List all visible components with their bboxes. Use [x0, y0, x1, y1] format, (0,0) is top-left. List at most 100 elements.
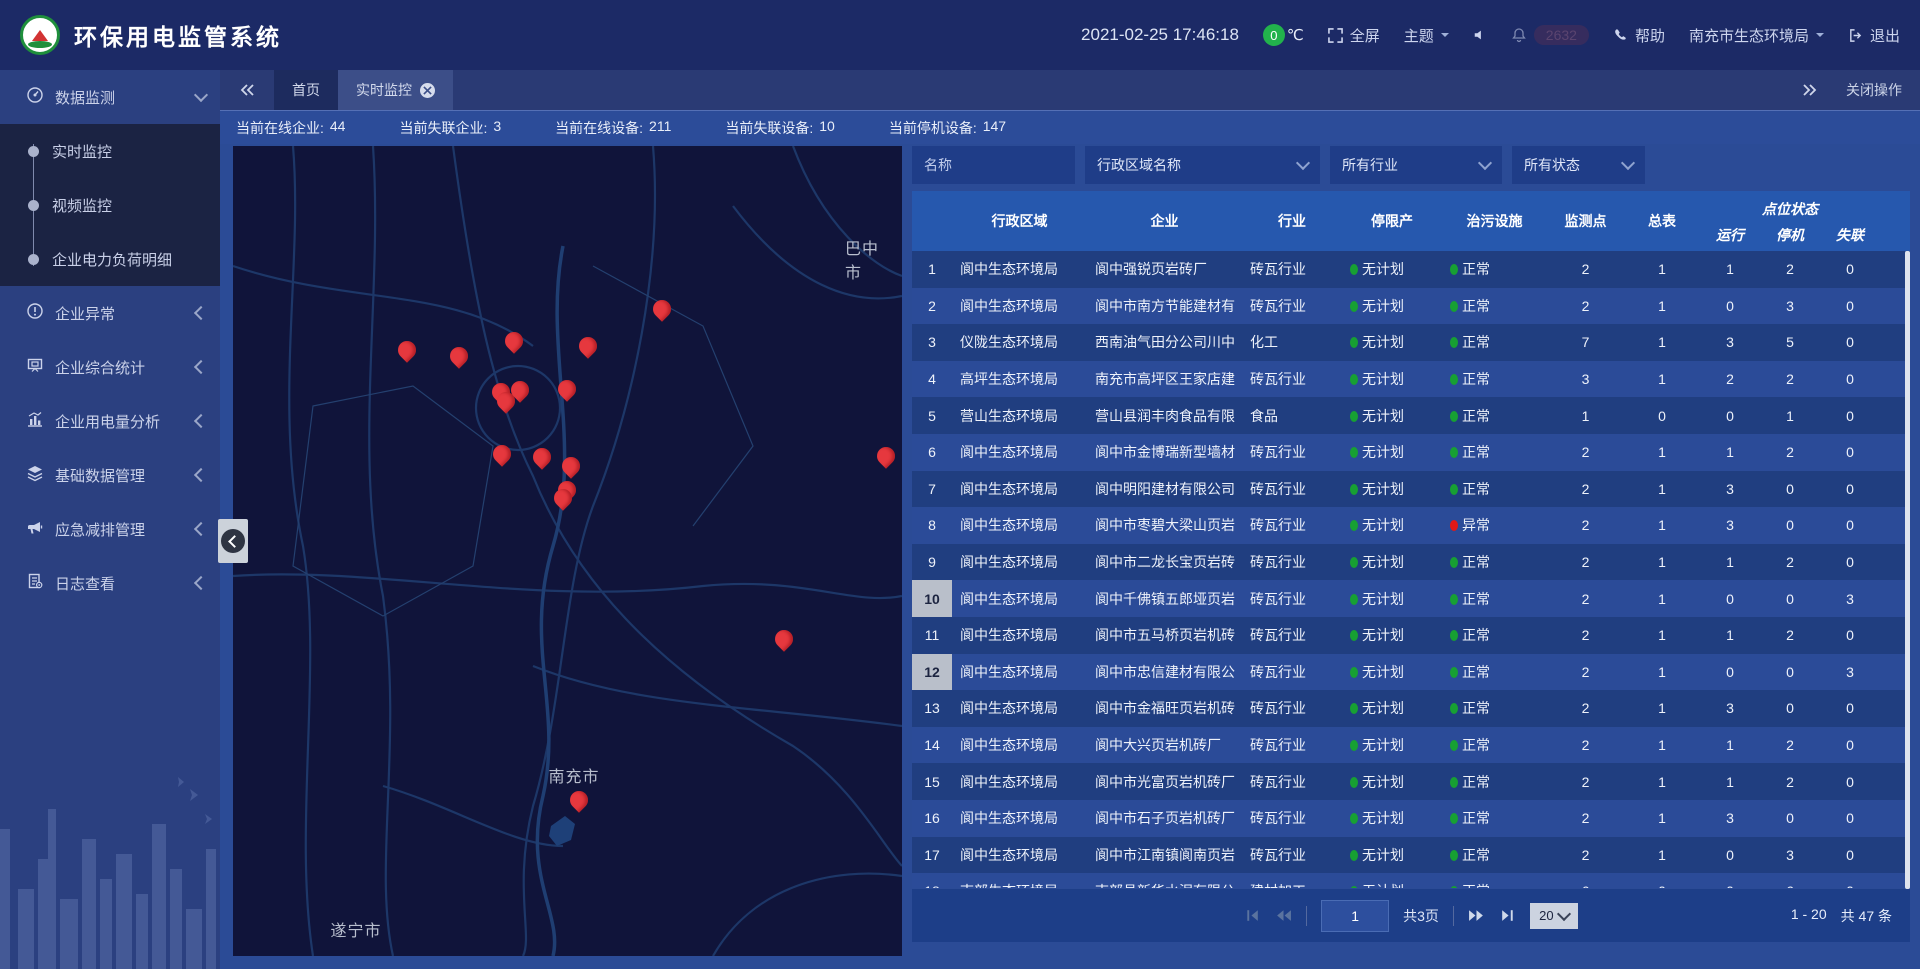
fullscreen-button[interactable]: 全屏: [1328, 25, 1380, 46]
cell-company: 阆中强锐页岩砖厂: [1087, 259, 1242, 279]
green-dot-icon: [1350, 630, 1358, 641]
log-file-icon: [26, 572, 44, 594]
table-row-13[interactable]: 13阆中生态环境局阆中市金福旺页岩机砖砖瓦行业无计划正常21300: [912, 690, 1910, 727]
cell-lost: 0: [1820, 774, 1880, 790]
table-row-16[interactable]: 16阆中生态环境局阆中市石子页岩机砖厂砖瓦行业无计划正常21300: [912, 800, 1910, 837]
sidebar-item-5[interactable]: 基础数据管理: [0, 448, 220, 502]
table-row-6[interactable]: 6阆中生态环境局阆中市金博瑞新型墙材砖瓦行业无计划正常21120: [912, 434, 1910, 471]
mute-button[interactable]: [1473, 28, 1487, 42]
green-dot-icon: [1450, 557, 1458, 568]
map-collapse-handle[interactable]: [218, 519, 248, 563]
last-page-button[interactable]: [1499, 907, 1516, 924]
table-row-7[interactable]: 7阆中生态环境局阆中明阳建材有限公司砖瓦行业无计划正常21300: [912, 471, 1910, 508]
tab-实时监控[interactable]: 实时监控: [338, 70, 453, 110]
table-row-15[interactable]: 15阆中生态环境局阆中市光富页岩机砖厂砖瓦行业无计划正常21120: [912, 763, 1910, 800]
cell-total: 1: [1624, 591, 1700, 607]
table-row-4[interactable]: 4高坪生态环境局南充市高坪区王家店建砖瓦行业无计划正常31220: [912, 361, 1910, 398]
table-scrollbar[interactable]: [1905, 251, 1910, 889]
cell-run: 0: [1700, 883, 1760, 888]
table-row-1[interactable]: 1阆中生态环境局阆中强锐页岩砖厂砖瓦行业无计划正常21120: [912, 251, 1910, 288]
cell-down: 0: [1760, 517, 1820, 533]
theme-dropdown[interactable]: 主题: [1404, 25, 1449, 46]
cell-lost: 0: [1820, 481, 1880, 497]
prev-page-button[interactable]: [1275, 907, 1292, 924]
cell-facility-status: 正常: [1442, 369, 1547, 389]
sidebar-subitem-企业电力负荷明细[interactable]: 企业电力负荷明细: [0, 232, 220, 286]
col-stop: 停限产: [1342, 191, 1442, 251]
first-page-button[interactable]: [1244, 907, 1261, 924]
table-row-17[interactable]: 17阆中生态环境局阆中市江南镇阆南页岩砖瓦行业无计划正常21030: [912, 837, 1910, 874]
cell-industry: 建材加工: [1242, 881, 1342, 888]
cell-down: 2: [1760, 261, 1820, 277]
cell-total: 1: [1624, 810, 1700, 826]
table-row-2[interactable]: 2阆中生态环境局阆中市南方节能建材有砖瓦行业无计划正常21030: [912, 288, 1910, 325]
cell-stop-status: 无计划: [1342, 406, 1442, 426]
sidebar-subitem-实时监控[interactable]: 实时监控: [0, 124, 220, 178]
cell-region: 阆中生态环境局: [952, 442, 1087, 462]
cell-points: 2: [1547, 847, 1624, 863]
cell-industry: 化工: [1242, 332, 1342, 352]
tabs: 首页实时监控: [274, 70, 453, 110]
table-row-10[interactable]: 10阆中生态环境局阆中千佛镇五郎垭页岩砖瓦行业无计划正常21003: [912, 580, 1910, 617]
page-number-input[interactable]: [1321, 900, 1389, 932]
cell-stop-status: 无计划: [1342, 808, 1442, 828]
status-filter-select[interactable]: 所有状态: [1512, 146, 1645, 184]
cell-industry: 砖瓦行业: [1242, 625, 1342, 645]
col-run: 运行: [1700, 219, 1760, 251]
tabs-scroll-left-button[interactable]: [220, 70, 274, 110]
table-row-11[interactable]: 11阆中生态环境局阆中市五马桥页岩机砖砖瓦行业无计划正常21120: [912, 617, 1910, 654]
col-industry: 行业: [1242, 191, 1342, 251]
col-region: 行政区域: [952, 191, 1087, 251]
cell-region: 阆中生态环境局: [952, 735, 1087, 755]
cell-stop-status: 无计划: [1342, 625, 1442, 645]
cell-stop-status: 无计划: [1342, 442, 1442, 462]
green-dot-icon: [1350, 740, 1358, 751]
tab-首页[interactable]: 首页: [274, 70, 338, 110]
name-filter-input[interactable]: [912, 146, 1075, 184]
map-roads: [233, 146, 902, 956]
cell-rownum: 18: [912, 873, 952, 888]
cell-lost: 0: [1820, 847, 1880, 863]
cell-run: 1: [1700, 444, 1760, 460]
tabs-scroll-right-button[interactable]: [1802, 82, 1818, 98]
table-row-8[interactable]: 8阆中生态环境局阆中市枣碧大梁山页岩砖瓦行业无计划异常21300: [912, 507, 1910, 544]
cell-down: 2: [1760, 774, 1820, 790]
cell-down: 3: [1760, 298, 1820, 314]
sidebar-item-1[interactable]: 数据监测: [0, 70, 220, 124]
industry-filter-select[interactable]: 所有行业: [1330, 146, 1502, 184]
logout-button[interactable]: 退出: [1848, 25, 1900, 46]
cell-run: 3: [1700, 700, 1760, 716]
sidebar-item-7[interactable]: 日志查看: [0, 556, 220, 610]
table-row-18[interactable]: 18南部生态环境局南部县新华水泥有限公建材加工无计划正常60060: [912, 873, 1910, 888]
cell-run: 1: [1700, 554, 1760, 570]
fullscreen-icon: [1328, 28, 1343, 43]
table-row-14[interactable]: 14阆中生态环境局阆中大兴页岩机砖厂砖瓦行业无计划正常21120: [912, 727, 1910, 764]
sidebar-item-6[interactable]: 应急减排管理: [0, 502, 220, 556]
map-panel[interactable]: 巴中市南充市遂宁市: [233, 146, 902, 956]
org-dropdown[interactable]: 南充市生态环境局: [1689, 25, 1824, 46]
help-label: 帮助: [1635, 25, 1665, 46]
sidebar-item-3[interactable]: 企业综合统计: [0, 340, 220, 394]
help-button[interactable]: 帮助: [1613, 25, 1665, 46]
tab-close-icon[interactable]: [420, 83, 435, 98]
table-row-3[interactable]: 3仪陇生态环境局西南油气田分公司川中化工无计划正常71350: [912, 324, 1910, 361]
cell-lost: 3: [1820, 591, 1880, 607]
table-row-5[interactable]: 5营山生态环境局营山县润丰肉食品有限食品无计划正常10010: [912, 397, 1910, 434]
table-row-12[interactable]: 12阆中生态环境局阆中市忠信建材有限公砖瓦行业无计划正常21003: [912, 654, 1910, 691]
sidebar-subitem-视频监控[interactable]: 视频监控: [0, 178, 220, 232]
sidebar-item-label: 日志查看: [55, 573, 115, 594]
temperature: 0 ℃: [1263, 24, 1304, 46]
table-row-9[interactable]: 9阆中生态环境局阆中市二龙长宝页岩砖砖瓦行业无计划正常21120: [912, 544, 1910, 581]
sidebar-item-2[interactable]: 企业异常: [0, 286, 220, 340]
sidebar-item-label: 企业异常: [55, 303, 115, 324]
next-page-button[interactable]: [1468, 907, 1485, 924]
sidebar-item-4[interactable]: 企业用电量分析: [0, 394, 220, 448]
close-operations-button[interactable]: 关闭操作: [1846, 80, 1902, 100]
cell-points: 2: [1547, 517, 1624, 533]
notifications-button[interactable]: 2632: [1511, 25, 1589, 45]
region-filter-select[interactable]: 行政区域名称: [1085, 146, 1320, 184]
page-size-select[interactable]: 20: [1530, 903, 1578, 929]
theme-label: 主题: [1404, 25, 1434, 46]
green-dot-icon: [1350, 594, 1358, 605]
caret-down-icon: [1816, 33, 1824, 41]
